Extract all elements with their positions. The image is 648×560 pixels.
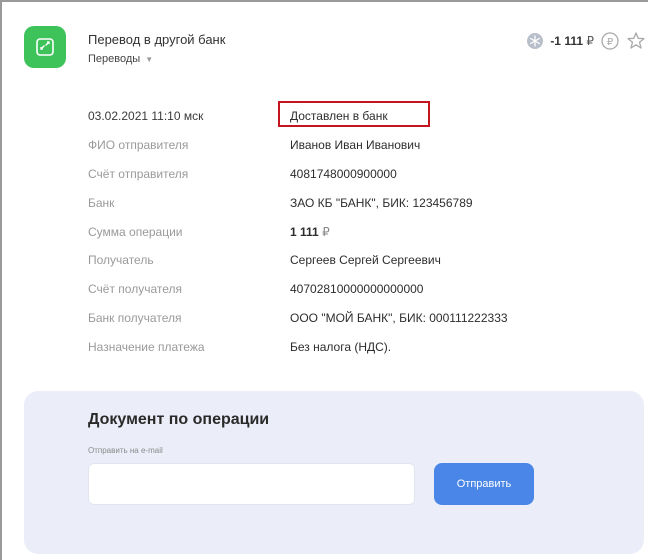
sender-account-value: 4081748000900000	[290, 166, 397, 181]
sender-name-value: Иванов Иван Иванович	[290, 137, 421, 152]
recipient-value: Сергеев Сергей Сергеевич	[290, 253, 441, 268]
bank-value: ЗАО КБ "БАНК", БИК: 123456789	[290, 195, 473, 210]
detail-row-purpose: Назначение платежа Без налога (НДС).	[88, 339, 628, 368]
document-card: Документ по операции Отправить на e-mail…	[24, 391, 644, 554]
status-highlight-box	[278, 101, 430, 127]
amount-detail-number: 1 111	[290, 224, 319, 239]
recipient-bank-label: Банк получателя	[88, 311, 182, 326]
detail-row-recipient-bank: Банк получателя ООО "МОЙ БАНК", БИК: 000…	[88, 310, 628, 339]
amount-detail-value: 1 111 ₽	[290, 224, 330, 240]
chevron-down-icon: ▼	[145, 54, 154, 64]
email-input[interactable]	[88, 463, 415, 505]
detail-row-sender-name: ФИО отправителя Иванов Иван Иванович	[88, 137, 628, 166]
document-title: Документ по операции	[88, 411, 270, 428]
datetime-label: 03.02.2021 11:10 мск	[88, 109, 204, 123]
sender-account-label: Счёт отправителя	[88, 166, 189, 181]
detail-row-bank: Банк ЗАО КБ "БАНК", БИК: 123456789	[88, 195, 628, 224]
transfer-arrows-icon	[36, 38, 54, 56]
amount-detail-currency: ₽	[322, 224, 330, 239]
amount-label: Сумма операции	[88, 224, 183, 239]
recipient-account-value: 40702810000000000000	[290, 282, 424, 297]
sender-name-label: ФИО отправителя	[88, 137, 189, 152]
email-label: Отправить на e-mail	[88, 446, 163, 455]
svg-text:₽: ₽	[607, 37, 614, 48]
purpose-value: Без налога (НДС).	[290, 340, 392, 355]
ruble-cashback-icon[interactable]: ₽	[600, 31, 620, 51]
header-right-group: -1 111 ₽ ₽	[526, 30, 648, 52]
detail-row-sender-account: Счёт отправителя 4081748000900000	[88, 166, 628, 195]
operation-details: 03.02.2021 11:10 мск Доставлен в банк ФИ…	[88, 108, 628, 368]
amount-value: -1 111	[550, 34, 584, 48]
star-icon[interactable]	[626, 31, 646, 51]
amount-currency: ₽	[586, 34, 594, 48]
purpose-label: Назначение платежа	[88, 340, 205, 355]
recipient-bank-value: ООО "МОЙ БАНК", БИК: 000111222333	[290, 311, 508, 326]
header-amount: -1 111 ₽	[550, 34, 594, 48]
bank-label: Банк	[88, 195, 115, 210]
category-dropdown[interactable]: Переводы ▼	[88, 53, 153, 65]
operation-title: Перевод в другой банк	[88, 32, 226, 47]
detail-row-recipient-account: Счёт получателя 40702810000000000000	[88, 281, 628, 310]
detail-row-amount: Сумма операции 1 111 ₽	[88, 224, 628, 253]
send-button[interactable]: Отправить	[434, 463, 534, 505]
detail-row-recipient: Получатель Сергеев Сергей Сергеевич	[88, 252, 628, 281]
transfer-app-icon	[24, 26, 66, 68]
recipient-account-label: Счёт получателя	[88, 282, 182, 297]
snowflake-badge-icon	[527, 33, 544, 49]
recipient-label: Получатель	[88, 253, 154, 268]
category-label: Переводы	[88, 53, 141, 65]
